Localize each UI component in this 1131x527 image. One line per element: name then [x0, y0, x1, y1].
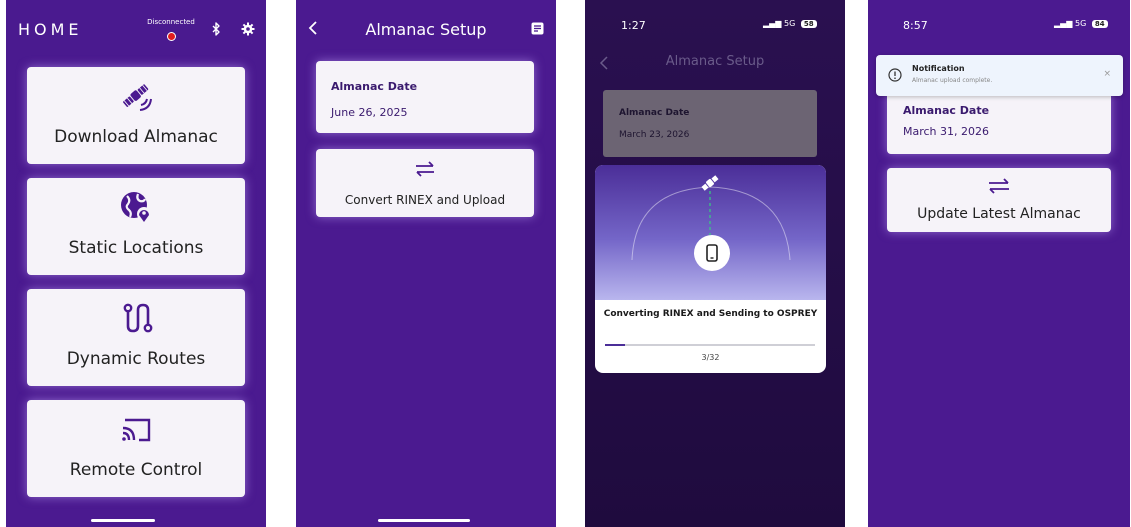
progress-modal: Converting RINEX and Sending to OSPREY 3… [595, 165, 826, 373]
convert-rinex-button[interactable]: Convert RINEX and Upload [316, 149, 534, 217]
modal-illustration [595, 165, 826, 300]
orbit-graphic [631, 175, 791, 261]
status-time: 1:27 [621, 19, 646, 32]
download-almanac-label: Download Almanac [54, 127, 218, 147]
info-icon [888, 68, 902, 82]
network-type: 5G [1075, 19, 1087, 28]
satellite-icon [701, 175, 719, 191]
home-indicator [91, 519, 155, 522]
page-title: HOME [18, 20, 83, 39]
progress-bar [605, 344, 815, 346]
gear-icon[interactable] [241, 22, 255, 36]
page-title: Almanac Setup [665, 54, 765, 69]
connection-status: Disconnected [136, 18, 206, 45]
almanac-date-card: Almanac Date March 31, 2026 [887, 90, 1111, 154]
home-indicator [378, 519, 470, 522]
almanac-date-value: March 23, 2026 [619, 130, 690, 140]
progress-bar-fill [605, 344, 625, 346]
device-circle [694, 235, 730, 271]
dynamic-routes-label: Dynamic Routes [66, 349, 206, 369]
dynamic-routes-button[interactable]: Dynamic Routes [27, 289, 245, 386]
globe-pin-icon [121, 192, 151, 222]
notification-body: Almanac upload complete. [912, 77, 993, 84]
signal-icon: ▂▄▆ [763, 19, 782, 28]
static-locations-label: Static Locations [68, 238, 204, 258]
almanac-date-label: Almanac Date [903, 104, 990, 117]
phone-icon [706, 244, 718, 262]
notification-toast[interactable]: Notification Almanac upload complete. × [876, 55, 1123, 96]
almanac-date-value: June 26, 2025 [331, 106, 408, 119]
update-almanac-button[interactable]: Update Latest Almanac [887, 168, 1111, 232]
status-bar-right: ▂▄▆ 5G 84 [1054, 19, 1108, 28]
route-icon [123, 303, 153, 333]
cast-icon [122, 418, 151, 442]
convert-rinex-label: Convert RINEX and Upload [344, 193, 506, 207]
upload-progress-screen: 1:27 ▂▄▆ 5G 58 Almanac Setup Almanac Dat… [585, 0, 845, 527]
bluetooth-icon[interactable] [210, 22, 222, 36]
battery-level: 84 [1091, 20, 1108, 28]
almanac-date-card: Almanac Date March 23, 2026 [603, 90, 817, 157]
remote-control-button[interactable]: Remote Control [27, 400, 245, 497]
status-time: 8:57 [903, 19, 928, 32]
signal-icon: ▂▄▆ [1054, 19, 1073, 28]
close-icon[interactable]: × [1103, 69, 1111, 79]
download-almanac-button[interactable]: Download Almanac [27, 67, 245, 164]
battery-level: 58 [800, 20, 817, 28]
swap-arrows-icon [416, 161, 434, 177]
status-dot [166, 32, 176, 41]
almanac-date-value: March 31, 2026 [903, 125, 990, 138]
page-title: Almanac Setup [365, 20, 487, 39]
satellite-icon [123, 84, 152, 111]
progress-count: 3/32 [701, 353, 720, 362]
status-bar-right: ▂▄▆ 5G 58 [763, 19, 817, 28]
almanac-date-card: Almanac Date June 26, 2025 [316, 61, 534, 133]
network-type: 5G [784, 19, 796, 28]
almanac-date-label: Almanac Date [619, 108, 690, 118]
almanac-date-label: Almanac Date [331, 80, 418, 93]
swap-arrows-icon [989, 178, 1009, 194]
connection-status-text: Disconnected [147, 18, 195, 26]
document-icon[interactable] [531, 22, 544, 35]
remote-control-label: Remote Control [69, 460, 203, 480]
upload-complete-screen: 8:57 ▂▄▆ 5G 84 Almanac Date March 31, 20… [868, 0, 1130, 527]
almanac-setup-screen: Almanac Setup Almanac Date June 26, 2025… [296, 0, 556, 527]
static-locations-button[interactable]: Static Locations [27, 178, 245, 275]
notification-title: Notification [912, 64, 965, 73]
update-almanac-label: Update Latest Almanac [917, 206, 1081, 222]
progress-message: Converting RINEX and Sending to OSPREY [603, 309, 818, 319]
home-screen: HOME Disconnected Download Almanac Stati… [6, 0, 266, 527]
